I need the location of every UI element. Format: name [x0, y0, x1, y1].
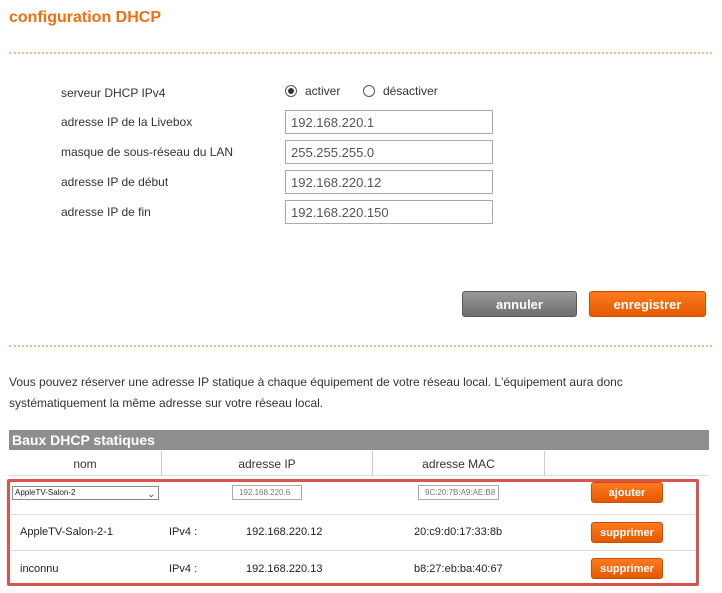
radio-checked-icon[interactable] — [285, 85, 297, 97]
livebox-ip-input[interactable] — [285, 110, 493, 134]
start-ip-input[interactable] — [285, 170, 493, 194]
new-mac-input[interactable]: 9C:20:7B:A9:AE:B8 — [418, 485, 499, 500]
cancel-button[interactable]: annuler — [462, 291, 577, 317]
device-select-value: AppleTV-Salon-2 — [15, 488, 76, 497]
info-text: Vous pouvez réserver une adresse IP stat… — [9, 375, 623, 410]
lease-proto: IPv4 : — [169, 563, 198, 575]
new-ip-input[interactable]: 192.168.220.6 — [232, 485, 302, 500]
dotted-divider — [9, 52, 712, 54]
dotted-divider — [9, 345, 712, 347]
lease-name: AppleTV-Salon-2-1 — [20, 526, 113, 538]
end-ip-label: adresse IP de fin — [61, 205, 151, 219]
device-select[interactable]: AppleTV-Salon-2 ⌄ — [12, 486, 159, 500]
lease-ip: 192.168.220.13 — [246, 563, 323, 575]
col-actions — [545, 451, 709, 476]
chevron-down-icon: ⌄ — [147, 489, 155, 499]
delete-button[interactable]: supprimer — [591, 558, 663, 579]
subnet-mask-input[interactable] — [285, 140, 493, 164]
livebox-ip-label: adresse IP de la Livebox — [61, 115, 193, 129]
row-divider — [10, 514, 696, 515]
lease-proto: IPv4 : — [169, 526, 198, 538]
col-adresse-ip: adresse IP — [162, 451, 373, 476]
add-button[interactable]: ajouter — [591, 482, 663, 503]
lease-name: inconnu — [20, 563, 59, 575]
col-nom: nom — [9, 451, 162, 476]
lease-mac: b8:27:eb:ba:40:67 — [414, 563, 503, 575]
row-divider — [10, 550, 696, 551]
subnet-mask-label: masque de sous-réseau du LAN — [61, 145, 234, 159]
start-ip-label: adresse IP de début — [61, 175, 169, 189]
static-leases-title: Baux DHCP statiques — [9, 430, 709, 450]
col-adresse-mac: adresse MAC — [373, 451, 545, 476]
radio-desactiver[interactable]: désactiver — [363, 84, 438, 98]
radio-desactiver-label: désactiver — [383, 84, 438, 98]
lease-mac: 20:c9:d0:17:33:8b — [414, 526, 503, 538]
delete-button[interactable]: supprimer — [591, 522, 663, 543]
end-ip-input[interactable] — [285, 200, 493, 224]
lease-ip: 192.168.220.12 — [246, 526, 323, 538]
radio-activer-label: activer — [305, 84, 341, 98]
save-button[interactable]: enregistrer — [589, 291, 706, 317]
table-header: nom adresse IP adresse MAC — [9, 451, 709, 476]
page-title: configuration DHCP — [9, 9, 161, 26]
dhcp-server-label: serveur DHCP IPv4 — [61, 86, 166, 100]
radio-unchecked-icon[interactable] — [363, 85, 375, 97]
radio-activer[interactable]: activer — [285, 84, 340, 98]
